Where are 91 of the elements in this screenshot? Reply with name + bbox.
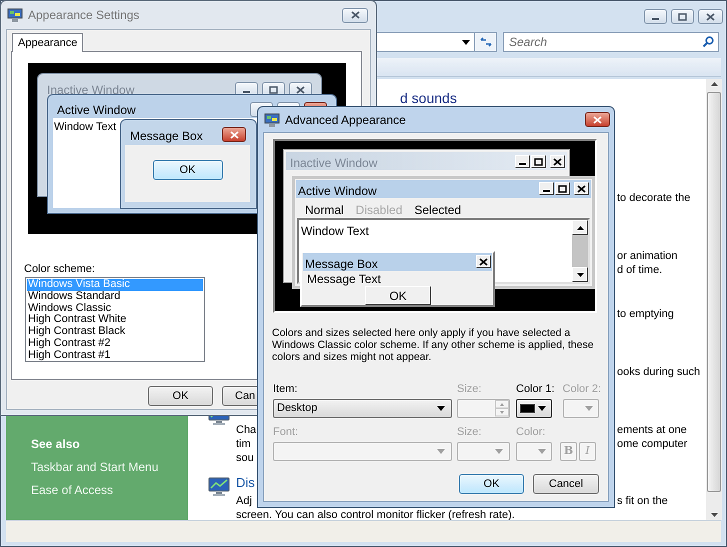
close-icon [230, 130, 238, 138]
close-button[interactable] [222, 127, 246, 142]
scroll-up-icon [710, 82, 718, 86]
task-description: tim [236, 438, 251, 450]
close-icon [706, 12, 715, 20]
task-description: or animation [616, 249, 678, 263]
task-description: ements at one [616, 423, 687, 437]
window-text: Window Text [301, 223, 369, 240]
window-title: Message Box [305, 256, 378, 273]
refresh-icon [478, 37, 492, 47]
close-icon [593, 116, 602, 124]
task-description: d of time. [616, 263, 662, 277]
ok-button[interactable]: OK [365, 286, 431, 305]
list-item[interactable]: High Contrast White [27, 314, 203, 326]
task-link[interactable]: Dis [236, 475, 255, 490]
dialog-button[interactable]: Cancel [533, 474, 599, 494]
menu-item[interactable]: Selected [414, 201, 462, 219]
list-item[interactable]: High Contrast Black [27, 326, 203, 338]
tab[interactable]: Appearance [12, 33, 84, 52]
close-icon [479, 258, 488, 266]
close-button[interactable] [342, 8, 368, 22]
task-description: to emptying [616, 307, 674, 321]
dropdown-icon [584, 406, 593, 411]
close-icon [553, 158, 562, 166]
search-field[interactable]: Search [503, 32, 719, 52]
color-scheme-list[interactable]: Windows Vista Basic Windows Standard Windows Classic High Contrast White High Contrast Black High Contrast #2 High Contrast #1 [25, 277, 205, 362]
field-label: Color 1: [516, 382, 555, 396]
scroll-down-button[interactable] [572, 267, 588, 282]
maximize-icon [678, 12, 687, 20]
field-label: Color 2: [562, 382, 602, 396]
dropdown-icon [462, 40, 470, 44]
field-label: Size: [457, 382, 482, 396]
task-description: sou [236, 452, 254, 464]
scroll-up-button[interactable] [572, 220, 588, 235]
info-text: Colors and sizes selected here only apply if you have selected a Windows Classic color scheme. If any other scheme is applied, these colors and sizes might not appear. [272, 327, 595, 365]
window-title: Inactive Window [47, 82, 134, 99]
task-description: screen. You can also control monitor flicker (refresh rate). [236, 509, 515, 521]
close-button[interactable] [698, 9, 723, 24]
maximize-icon [558, 184, 567, 192]
color-picker[interactable] [516, 399, 552, 418]
list-item[interactable]: High Contrast #1 [27, 350, 203, 362]
scroll-down-icon [576, 272, 584, 276]
display-icon [7, 7, 23, 23]
task-description: ome computer [616, 437, 688, 451]
minimize-button[interactable] [644, 9, 667, 24]
list-item[interactable]: Windows Classic [27, 302, 203, 314]
field-label: Color scheme: [24, 262, 95, 276]
task-description: ooks during such [616, 365, 700, 379]
task-description: Cha [236, 424, 256, 436]
list-item[interactable]: High Contrast #2 [27, 338, 203, 350]
ok-button[interactable]: OK [152, 160, 222, 180]
dropdown-icon [437, 406, 445, 411]
search-icon [702, 36, 714, 48]
dropdown-icon [538, 449, 546, 454]
dropdown-icon [538, 406, 546, 411]
dialog-button[interactable]: OK [148, 386, 213, 406]
message-text: Message Text [307, 273, 381, 286]
dropdown[interactable]: Desktop [273, 399, 452, 418]
window-title: Message Box [130, 128, 203, 145]
window-title: Advanced Appearance [285, 112, 406, 128]
close-icon [296, 86, 305, 94]
close-icon [577, 184, 586, 192]
section-heading: See also [31, 436, 81, 452]
window-title: Inactive Window [290, 155, 378, 172]
maximize-button[interactable] [671, 9, 694, 24]
maximize-icon [534, 158, 543, 166]
window-title: Appearance Settings [28, 7, 140, 24]
scroll-up-icon [576, 226, 584, 230]
display-icon [264, 112, 280, 128]
task-description: to decorate the [616, 191, 690, 205]
task-description: s fit on the [616, 494, 668, 508]
spin-arrows-icon [495, 400, 509, 417]
close-icon [350, 11, 360, 19]
list-item[interactable]: Windows Standard [27, 290, 203, 303]
refresh-button[interactable] [475, 32, 497, 52]
task-description: Adj [236, 495, 252, 507]
scroll-down-icon [710, 513, 718, 517]
field-label: Font: [273, 425, 300, 439]
menu-item[interactable]: Normal [305, 201, 344, 219]
window-text: Window Text [54, 120, 116, 135]
close-button[interactable] [585, 112, 610, 127]
window-title: Active Window [298, 183, 377, 200]
scroll-thumb[interactable] [707, 92, 721, 492]
dropdown-icon [437, 449, 445, 454]
field-label: Color: [516, 425, 546, 439]
window-title: Active Window [57, 102, 136, 119]
field-label: Size: [457, 425, 482, 439]
page-heading: d sounds [400, 90, 457, 106]
dropdown-icon [495, 449, 503, 454]
dialog-button[interactable]: OK [459, 474, 524, 494]
maximize-icon [269, 86, 278, 94]
